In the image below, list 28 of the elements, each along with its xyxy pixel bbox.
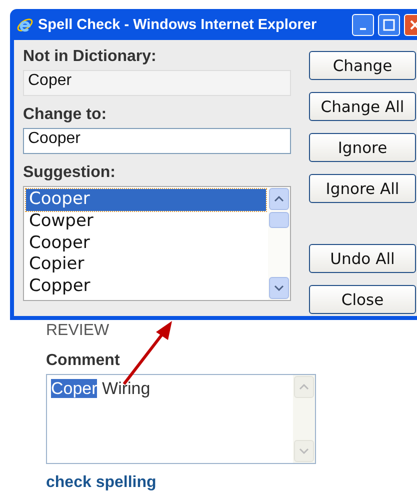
dialog-button[interactable]: Undo All	[309, 244, 416, 273]
suggestion-item[interactable]: Copier	[26, 254, 266, 276]
scroll-down-icon[interactable]	[269, 277, 289, 299]
dialog-button[interactable]: Ignore All	[309, 174, 416, 203]
comment-label: Comment	[46, 352, 121, 370]
window-title: Spell Check - Windows Internet Explorer	[38, 16, 318, 32]
suggestion-item[interactable]: Cooper	[26, 189, 266, 211]
minimize-button[interactable]	[352, 14, 374, 36]
minimize-icon	[360, 28, 366, 30]
not-in-dictionary-field: Coper	[23, 70, 291, 96]
suggestion-item[interactable]: Cowper	[26, 210, 266, 233]
change-to-field[interactable]: Cooper	[23, 128, 291, 154]
suggestion-item[interactable]: Cooper	[26, 232, 266, 254]
field-label: Suggestion:	[23, 164, 116, 183]
dialog-button[interactable]: Change All	[309, 92, 416, 121]
scroll-up-icon[interactable]	[269, 188, 289, 210]
dialog-button[interactable]: Ignore	[309, 133, 416, 162]
field-label: Change to:	[23, 106, 108, 125]
dialog-button[interactable]: Change	[309, 51, 416, 80]
scroll-thumb[interactable]	[269, 212, 289, 228]
maximize-icon	[383, 18, 395, 30]
field-label: Not in Dictionary:	[23, 48, 158, 67]
status-text: REVIEW	[46, 322, 110, 341]
check-spelling-link[interactable]: check spelling	[46, 474, 156, 491]
dialog-button[interactable]: Close	[309, 285, 416, 314]
browser-logo-icon	[16, 16, 34, 34]
maximize-button[interactable]	[378, 14, 400, 36]
suggestion-item[interactable]: Copper	[26, 276, 266, 298]
